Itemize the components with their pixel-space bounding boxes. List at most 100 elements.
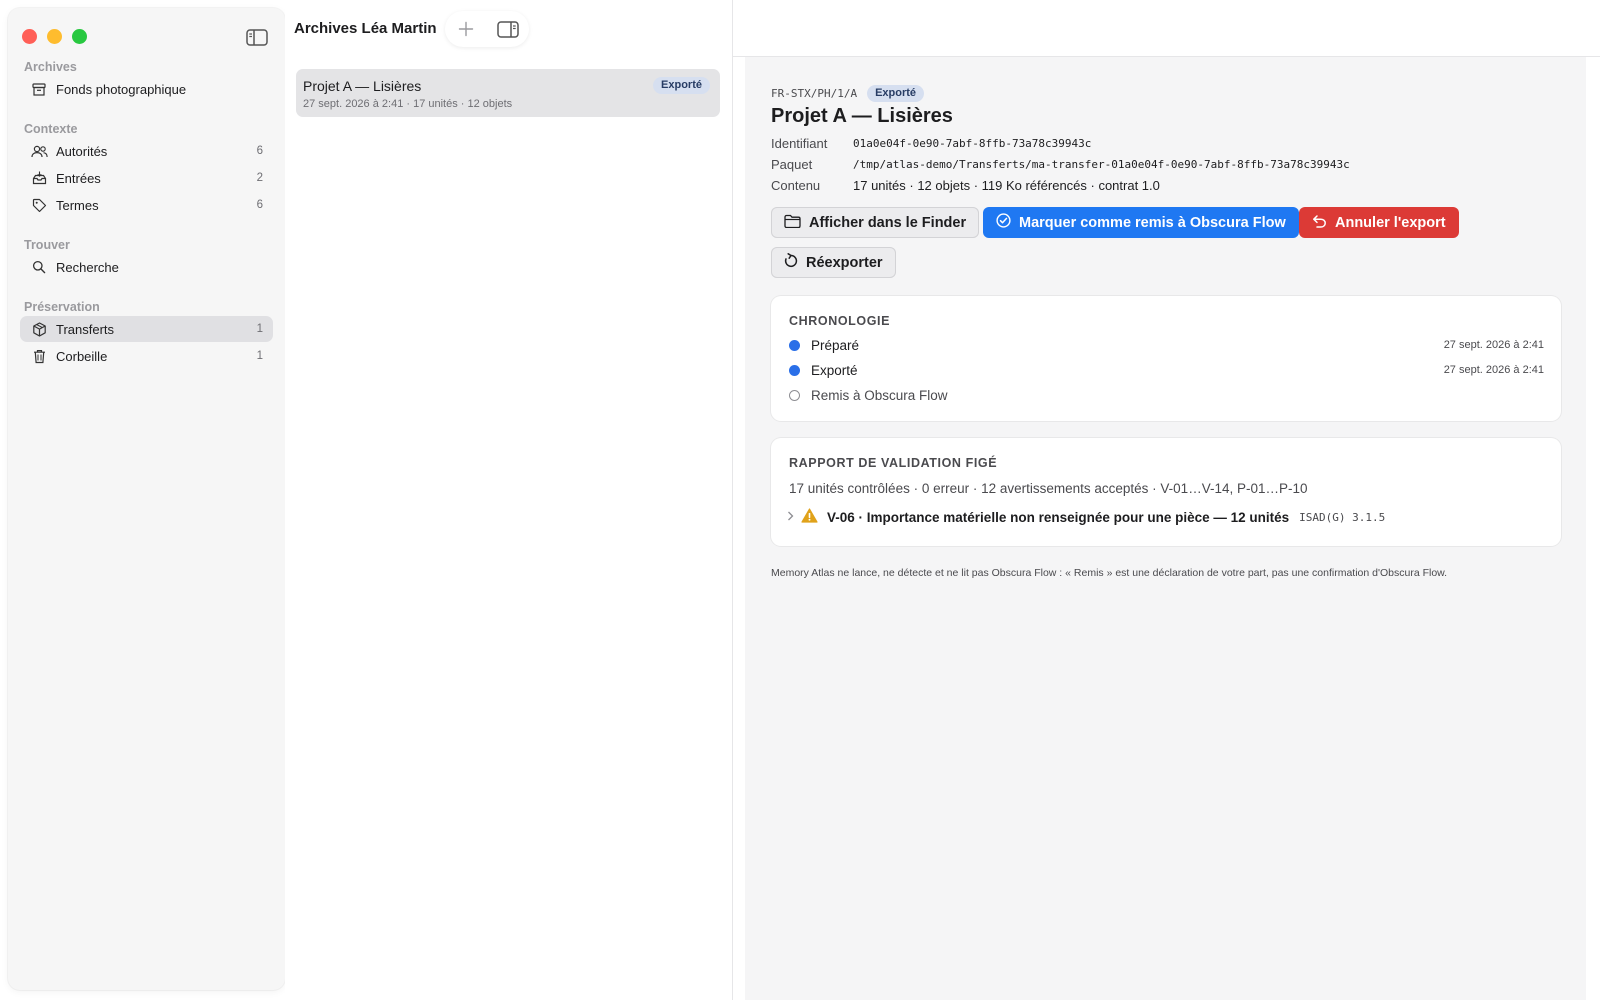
warning-triangle-icon <box>801 508 818 526</box>
sidebar-item-entrees[interactable]: Entrées 2 <box>20 165 273 191</box>
sidebar-item-label: Corbeille <box>56 348 108 364</box>
people-icon <box>30 142 48 160</box>
validation-rule-text: V-06 · Importance matérielle non renseig… <box>827 509 1290 525</box>
sidebar-item-count: 1 <box>256 323 263 335</box>
meta-label: Contenu <box>771 178 821 193</box>
meta-label: Identifiant <box>771 136 828 151</box>
content-summary-value: 17 unités · 12 objets · 119 Ko référencé… <box>853 178 1160 193</box>
toolbar-button-group <box>445 11 529 47</box>
list-item-title: Projet A — Lisières <box>303 78 422 94</box>
button-label: Réexporter <box>806 254 883 271</box>
transfer-metadata: Identifiant 01a0e04f-0e90-7abf-8ffb-73a7… <box>771 133 1350 196</box>
button-label: Marquer comme remis à Obscura Flow <box>1019 214 1286 231</box>
transfer-list-column: Archives Léa Martin Projet A — Lisières … <box>285 0 733 1000</box>
close-window-button[interactable] <box>22 29 37 44</box>
minimize-window-button[interactable] <box>47 29 62 44</box>
sidebar-item-termes[interactable]: Termes 6 <box>20 192 273 218</box>
sidebar-item-transferts[interactable]: Transferts 1 <box>20 316 273 342</box>
sidebar-section-title: Archives <box>24 60 77 74</box>
sidebar-item-autorites[interactable]: Autorités 6 <box>20 138 273 164</box>
sidebar-item-label: Autorités <box>56 143 108 159</box>
status-badge: Exporté <box>867 85 925 102</box>
sidebar-item-label: Entrées <box>56 170 101 186</box>
timeline-step: Exporté 27 sept. 2026 à 2:41 <box>789 359 1544 381</box>
sidebar-item-fonds-photographique[interactable]: Fonds photographique <box>20 76 273 102</box>
inspector-toggle-icon[interactable] <box>495 16 521 42</box>
sidebar-item-label: Termes <box>56 197 99 213</box>
refresh-icon <box>784 253 798 272</box>
detail-panel: FR-STX/PH/1/A Exporté Projet A — Lisière… <box>745 57 1586 1000</box>
sidebar-toggle-icon[interactable] <box>246 28 268 46</box>
step-date: 27 sept. 2026 à 2:41 <box>1443 364 1544 376</box>
meta-row-paquet: Paquet /tmp/atlas-demo/Transferts/ma-tra… <box>771 154 1350 175</box>
sidebar-section-title: Trouver <box>24 238 70 252</box>
sidebar-item-count: 6 <box>256 199 263 211</box>
step-label: Exporté <box>811 362 858 378</box>
timeline-card: CHRONOLOGIE Préparé 27 sept. 2026 à 2:41… <box>771 296 1561 421</box>
sidebar-item-count: 6 <box>256 145 263 157</box>
cancel-export-button[interactable]: Annuler l'export <box>1299 207 1459 238</box>
cube-icon <box>30 320 48 338</box>
sidebar-section-preservation: Préservation Transferts 1 Corbeille 1 <box>20 299 273 369</box>
identifier-value: 01a0e04f-0e90-7abf-8ffb-73a78c39943c <box>853 137 1092 150</box>
meta-row-identifiant: Identifiant 01a0e04f-0e90-7abf-8ffb-73a7… <box>771 133 1350 154</box>
disclaimer-note: Memory Atlas ne lance, ne détecte et ne … <box>771 567 1448 579</box>
validation-rule-row[interactable]: V-06 · Importance matérielle non renseig… <box>787 508 1385 526</box>
validation-summary: 17 unités contrôlées · 0 erreur · 12 ave… <box>789 481 1308 496</box>
list-item[interactable]: Projet A — Lisières 27 sept. 2026 à 2:41… <box>296 69 720 117</box>
button-label: Annuler l'export <box>1335 214 1446 231</box>
sidebar-item-recherche[interactable]: Recherche <box>20 254 273 280</box>
chevron-right-icon[interactable] <box>787 511 799 524</box>
folder-icon <box>784 214 801 232</box>
step-date: 27 sept. 2026 à 2:41 <box>1443 339 1544 351</box>
step-pending-dot <box>789 389 800 401</box>
tray-icon <box>30 169 48 187</box>
reexport-button[interactable]: Réexporter <box>771 247 896 278</box>
show-in-finder-button[interactable]: Afficher dans le Finder <box>771 207 980 238</box>
trash-icon <box>30 347 48 365</box>
undo-arrow-icon <box>1312 214 1327 232</box>
sidebar-section-title: Préservation <box>24 300 100 314</box>
sidebar-section-trouver: Trouver Recherche <box>20 237 273 280</box>
reference-code: FR-STX/PH/1/A <box>771 87 858 100</box>
mark-delivered-button[interactable]: Marquer comme remis à Obscura Flow <box>983 207 1299 238</box>
status-badge: Exporté <box>653 77 710 94</box>
step-label: Remis à Obscura Flow <box>811 387 948 403</box>
sidebar-item-count: 1 <box>256 350 263 362</box>
meta-label: Paquet <box>771 157 813 172</box>
detail-title: Projet A — Lisières <box>771 105 953 127</box>
sidebar-item-label: Fonds photographique <box>56 81 187 97</box>
sidebar-section-contexte: Contexte Autorités 6 Entrées 2 Termes 6 <box>20 121 273 218</box>
page-title: Archives Léa Martin <box>294 20 437 37</box>
button-label: Afficher dans le Finder <box>809 214 967 231</box>
detail-toolbar <box>733 0 1600 57</box>
sidebar-item-corbeille[interactable]: Corbeille 1 <box>20 343 273 369</box>
search-icon <box>30 258 48 276</box>
package-path-value: /tmp/atlas-demo/Transferts/ma-transfer-0… <box>853 158 1350 171</box>
sidebar-section-title: Contexte <box>24 122 78 136</box>
zoom-window-button[interactable] <box>72 29 87 44</box>
step-done-dot <box>789 339 800 351</box>
sidebar: Archives Fonds photographique Contexte A… <box>8 8 285 990</box>
standard-reference: ISAD(G) 3.1.5 <box>1299 510 1386 524</box>
timeline-step: Remis à Obscura Flow <box>789 384 1544 406</box>
step-done-dot <box>789 364 800 376</box>
sidebar-section-archives: Archives Fonds photographique <box>20 59 273 102</box>
add-icon[interactable] <box>453 16 479 42</box>
timeline-step: Préparé 27 sept. 2026 à 2:41 <box>789 334 1544 356</box>
step-label: Préparé <box>811 337 860 353</box>
validation-report-card: RAPPORT DE VALIDATION FIGÉ 17 unités con… <box>771 438 1561 546</box>
tag-icon <box>30 196 48 214</box>
timeline-title: CHRONOLOGIE <box>789 314 891 328</box>
sidebar-item-label: Recherche <box>56 259 119 275</box>
archive-box-icon <box>30 80 48 98</box>
list-toolbar: Archives Léa Martin <box>285 0 733 57</box>
checkmark-circle-icon <box>996 213 1011 232</box>
reference-row: FR-STX/PH/1/A Exporté <box>771 85 925 102</box>
sidebar-item-label: Transferts <box>56 321 115 337</box>
list-item-meta: 27 sept. 2026 à 2:41 · 17 unités · 12 ob… <box>303 98 513 110</box>
window-controls <box>22 29 87 44</box>
validation-title: RAPPORT DE VALIDATION FIGÉ <box>789 456 998 470</box>
sidebar-item-count: 2 <box>256 172 263 184</box>
meta-row-contenu: Contenu 17 unités · 12 objets · 119 Ko r… <box>771 175 1350 196</box>
